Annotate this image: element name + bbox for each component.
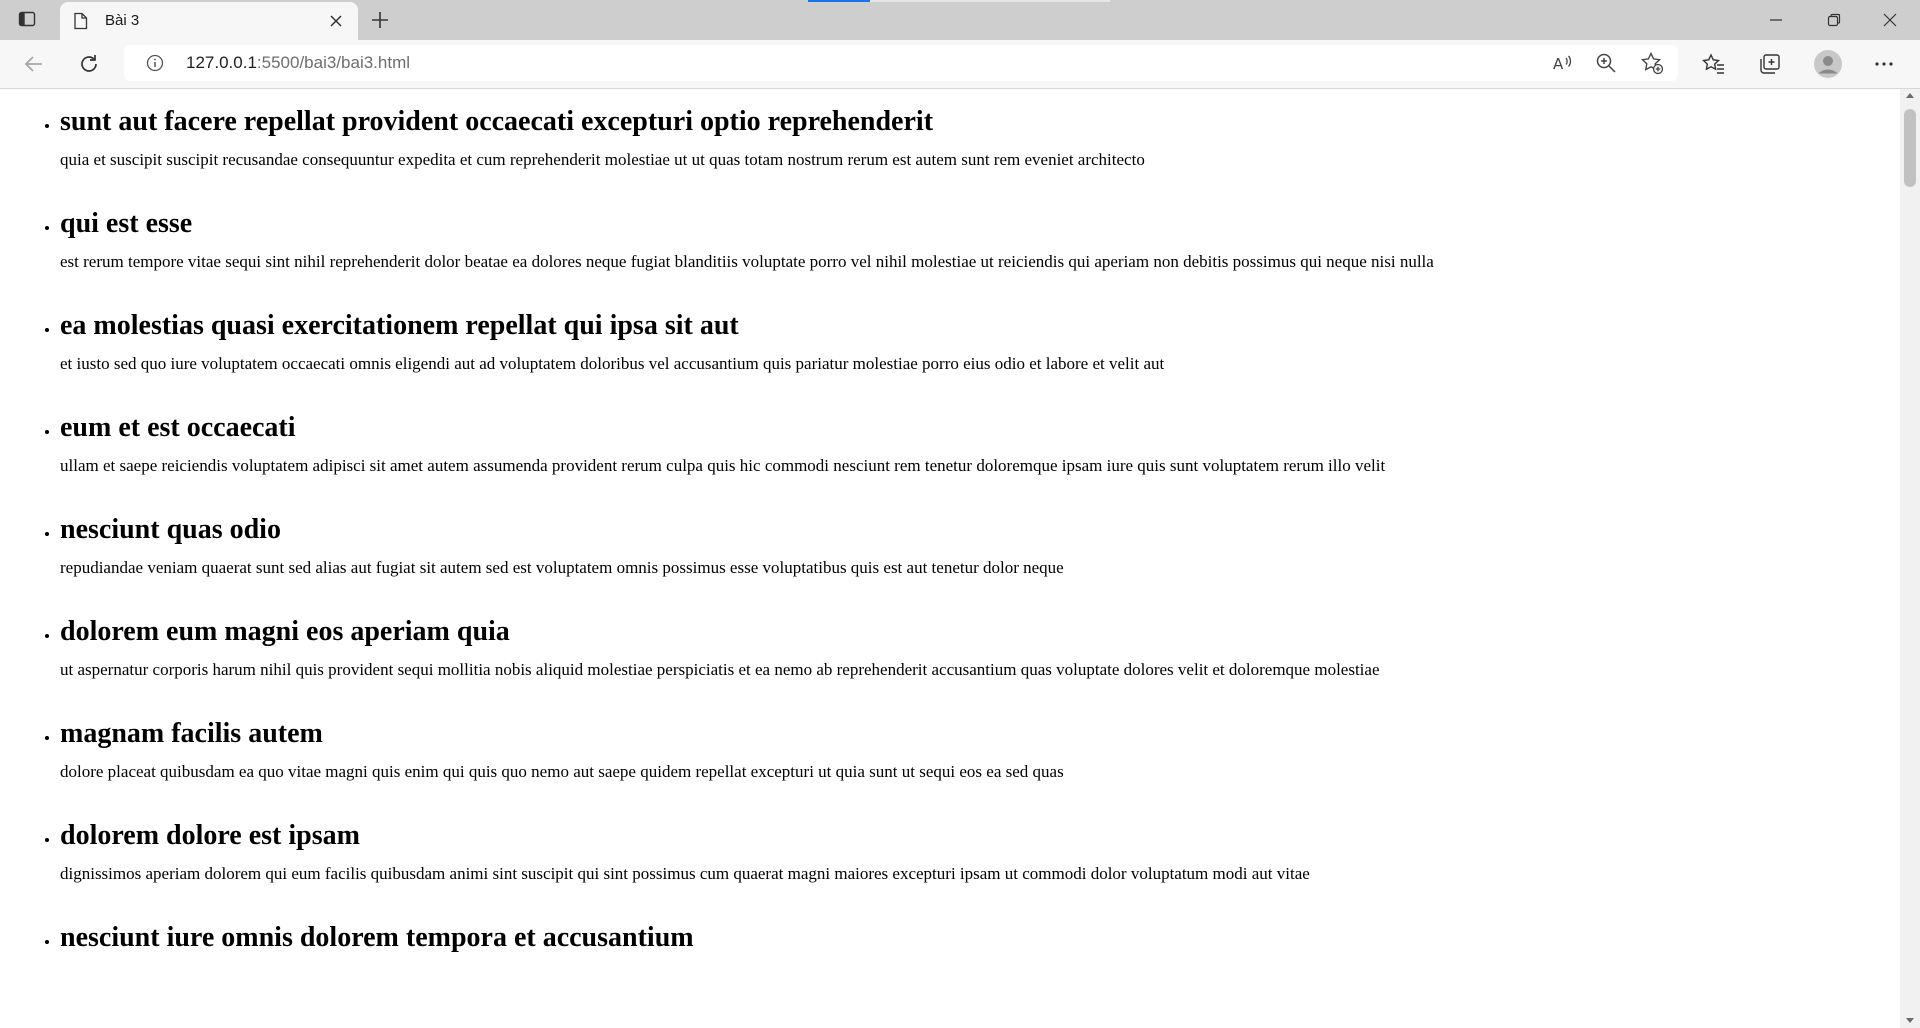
restore-icon[interactable] (1806, 0, 1862, 40)
post-body: ut aspernatur corporis harum nihil quis … (60, 660, 1380, 679)
drag-region-indicator (808, 0, 870, 2)
post-title: ea molestias quasi exercitationem repell… (60, 310, 739, 341)
svg-text:A: A (1553, 55, 1564, 73)
tab-actions-icon[interactable] (18, 10, 36, 28)
scroll-up-icon[interactable] (1906, 93, 1914, 98)
post-body: dolore placeat quibusdam ea quo vitae ma… (60, 762, 1064, 781)
post-title: dolorem dolore est ipsam (60, 820, 360, 851)
list-item: eum et est occaecati ullam et saepe reici… (60, 395, 1900, 497)
scrollbar-thumb[interactable] (1904, 109, 1916, 187)
post-title: nesciunt quas odio (60, 514, 281, 545)
post-body: et iusto sed quo iure voluptatem occaeca… (60, 354, 1165, 373)
more-icon[interactable] (1872, 52, 1896, 76)
list-item: nesciunt iure omnis dolorem tempora et a… (60, 905, 1900, 963)
profile-icon[interactable] (1814, 50, 1842, 78)
read-aloud-icon[interactable]: A (1550, 51, 1574, 75)
tab-bai-3[interactable]: Bài 3 (60, 2, 358, 40)
close-window-icon[interactable] (1862, 0, 1918, 40)
minimize-icon[interactable] (1748, 0, 1804, 40)
browser-toolbar: 127.0.0.1:5500/bai3/bai3.html A (0, 40, 1920, 89)
post-title: qui est esse (60, 208, 193, 239)
refresh-icon[interactable] (77, 52, 101, 76)
list-item: qui est esse est rerum tempore vitae sequ… (60, 191, 1900, 293)
scroll-down-icon[interactable] (1906, 1018, 1914, 1023)
drag-region (870, 0, 1110, 2)
tab-title: Bài 3 (105, 12, 140, 29)
post-body: repudiandae veniam quaerat sunt sed alia… (60, 558, 1064, 577)
page-viewport: sunt aut facere repellat provident occae… (0, 89, 1900, 1028)
post-body: ullam et saepe reiciendis voluptatem adi… (60, 456, 1386, 475)
post-title: sunt aut facere repellat provident occae… (60, 106, 934, 137)
favorites-icon[interactable] (1702, 52, 1726, 76)
list-item: sunt aut facere repellat provident occae… (60, 89, 1900, 191)
info-icon[interactable] (146, 54, 164, 72)
post-title: eum et est occaecati (60, 412, 296, 443)
list-item: dolorem dolore est ipsam dignissimos aper… (60, 803, 1900, 905)
vertical-scrollbar[interactable] (1900, 89, 1920, 1028)
url-path: :5500/bai3/bai3.html (256, 53, 411, 72)
url-text: 127.0.0.1:5500/bai3/bai3.html (186, 53, 410, 73)
list-item: nesciunt quas odio repudiandae veniam qua… (60, 497, 1900, 599)
plus-icon[interactable] (370, 10, 390, 30)
collections-icon[interactable] (1758, 52, 1782, 76)
list-item: magnam facilis autem dolore placeat quibu… (60, 701, 1900, 803)
url-host: 127.0.0.1 (186, 53, 257, 72)
post-body: est rerum tempore vitae sequi sint nihil… (60, 252, 1434, 271)
close-icon[interactable] (328, 13, 344, 29)
list-item: ea molestias quasi exercitationem repell… (60, 293, 1900, 395)
page-icon (73, 12, 89, 30)
back-icon[interactable] (22, 52, 46, 76)
post-title: magnam facilis autem (60, 718, 323, 749)
zoom-icon[interactable] (1594, 51, 1618, 75)
add-favorite-icon[interactable] (1640, 51, 1664, 75)
post-title: dolorem eum magni eos aperiam quia (60, 616, 510, 647)
post-body: dignissimos aperiam dolorem qui eum faci… (60, 864, 1310, 883)
post-list: sunt aut facere repellat provident occae… (0, 89, 1900, 963)
list-item: dolorem eum magni eos aperiam quia ut asp… (60, 599, 1900, 701)
tab-strip: Bài 3 (0, 0, 1920, 40)
post-title: nesciunt iure omnis dolorem tempora et a… (60, 922, 694, 953)
post-body: quia et suscipit suscipit recusandae con… (60, 150, 1145, 169)
address-bar[interactable]: 127.0.0.1:5500/bai3/bai3.html A (124, 45, 1678, 81)
